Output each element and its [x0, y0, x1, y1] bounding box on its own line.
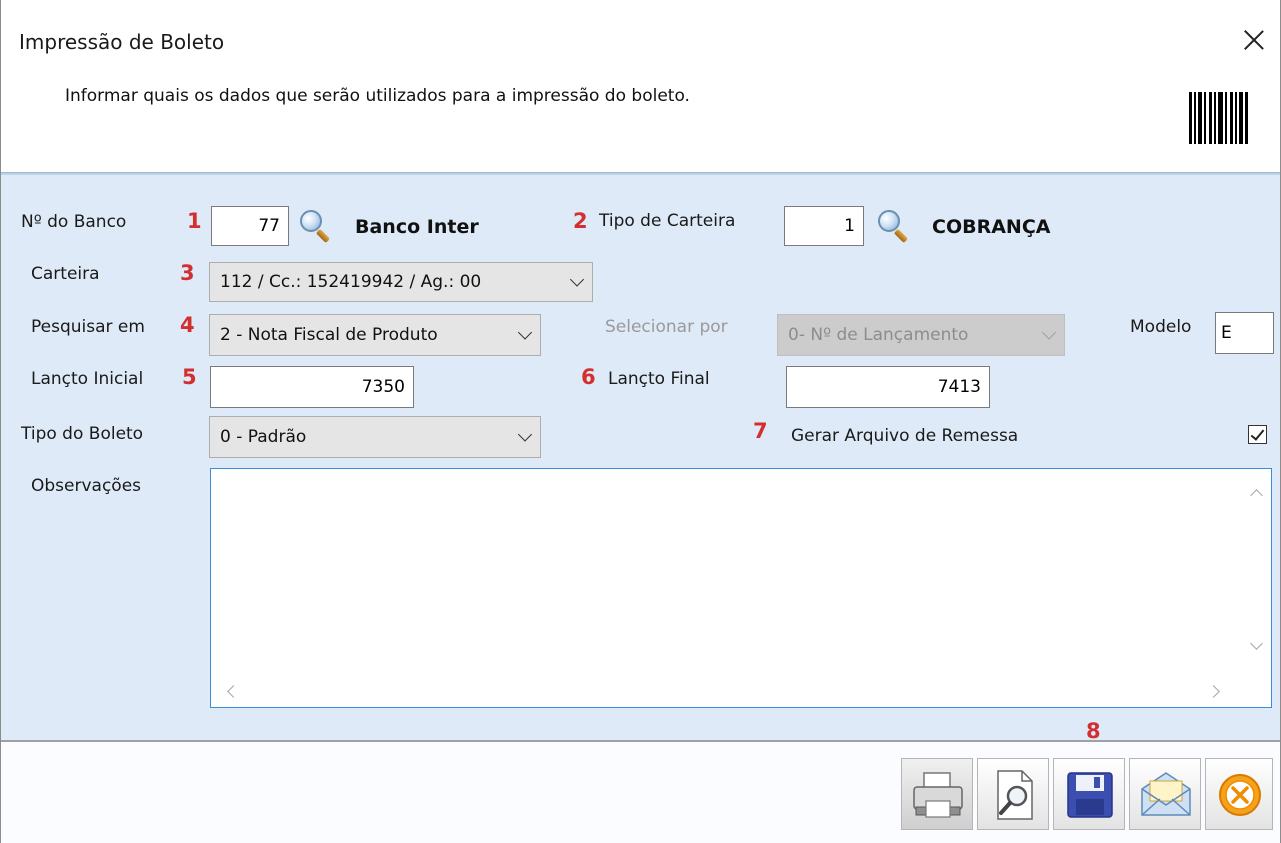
search-carteira-icon[interactable]	[876, 208, 912, 244]
print-button[interactable]	[901, 758, 973, 830]
search-banco-icon[interactable]	[298, 208, 334, 244]
title-bar: Impressão de Boleto	[1, 0, 1280, 78]
selecionar-value: 0- Nº de Lançamento	[788, 325, 969, 345]
close-icon[interactable]	[1239, 26, 1269, 56]
marker-7: 7	[753, 419, 768, 443]
observacoes-label: Observações	[31, 476, 142, 496]
marker-8: 8	[1086, 719, 1101, 743]
selecionar-select: 0- Nº de Lançamento	[777, 314, 1065, 356]
preview-icon	[997, 770, 1033, 820]
scroll-up-icon[interactable]	[1250, 489, 1263, 502]
save-button[interactable]	[1053, 758, 1125, 830]
scroll-right-icon[interactable]	[1207, 685, 1220, 698]
remessa-label: Gerar Arquivo de Remessa	[791, 426, 1019, 446]
chevron-down-icon	[517, 325, 533, 340]
lancto-final-label: Lançto Final	[608, 369, 710, 389]
marker-1: 1	[187, 209, 202, 233]
cancel-icon	[1219, 774, 1261, 816]
chevron-down-icon	[517, 427, 533, 442]
dialog-instructions: Informar quais os dados que serão utiliz…	[65, 86, 690, 106]
email-button[interactable]	[1129, 758, 1201, 830]
barcode-icon	[1189, 92, 1253, 144]
pesquisar-value: 2 - Nota Fiscal de Produto	[220, 325, 438, 345]
modelo-label: Modelo	[1130, 317, 1192, 337]
chevron-down-icon	[569, 272, 585, 287]
banco-label: Nº do Banco	[21, 212, 127, 232]
chevron-down-icon	[1041, 325, 1057, 340]
modelo-input[interactable]: E	[1215, 312, 1274, 354]
tipo-carteira-name: COBRANÇA	[932, 216, 1051, 238]
preview-button[interactable]	[977, 758, 1049, 830]
marker-3: 3	[180, 261, 195, 285]
carteira-select[interactable]: 112 / Cc.: 152419942 / Ag.: 00	[209, 262, 593, 302]
tipo-carteira-label: Tipo de Carteira	[599, 211, 736, 231]
scroll-left-icon[interactable]	[227, 685, 240, 698]
banco-input[interactable]: 77	[211, 206, 289, 246]
tipo-boleto-value: 0 - Padrão	[220, 427, 307, 447]
marker-4: 4	[180, 313, 195, 337]
selecionar-label: Selecionar por	[605, 317, 728, 337]
email-icon	[1141, 772, 1191, 816]
lancto-inicial-label: Lançto Inicial	[31, 369, 144, 389]
marker-5: 5	[182, 365, 197, 389]
pesquisar-label: Pesquisar em	[31, 317, 145, 337]
save-icon	[1067, 772, 1113, 818]
carteira-value: 112 / Cc.: 152419942 / Ag.: 00	[220, 272, 482, 292]
scroll-down-icon[interactable]	[1250, 637, 1263, 650]
horizontal-scrollbar[interactable]	[211, 677, 1271, 707]
cancel-button[interactable]	[1205, 758, 1273, 830]
window-title: Impressão de Boleto	[19, 30, 225, 54]
carteira-label: Carteira	[31, 264, 100, 284]
lancto-final-input[interactable]: 7413	[786, 366, 990, 408]
tipo-boleto-label: Tipo do Boleto	[21, 424, 144, 444]
marker-6: 6	[581, 365, 596, 389]
tipo-carteira-input[interactable]: 1	[784, 206, 864, 246]
boleto-dialog: Impressão de Boleto Informar quais os da…	[0, 0, 1281, 843]
observacoes-textarea[interactable]	[210, 468, 1272, 708]
lancto-inicial-input[interactable]: 7350	[210, 366, 414, 408]
marker-2: 2	[573, 209, 588, 233]
printer-icon	[913, 772, 963, 818]
remessa-checkbox[interactable]	[1248, 425, 1267, 444]
pesquisar-select[interactable]: 2 - Nota Fiscal de Produto	[209, 314, 541, 356]
banco-name: Banco Inter	[355, 216, 479, 238]
tipo-boleto-select[interactable]: 0 - Padrão	[209, 416, 541, 458]
vertical-scrollbar[interactable]	[1241, 469, 1271, 674]
